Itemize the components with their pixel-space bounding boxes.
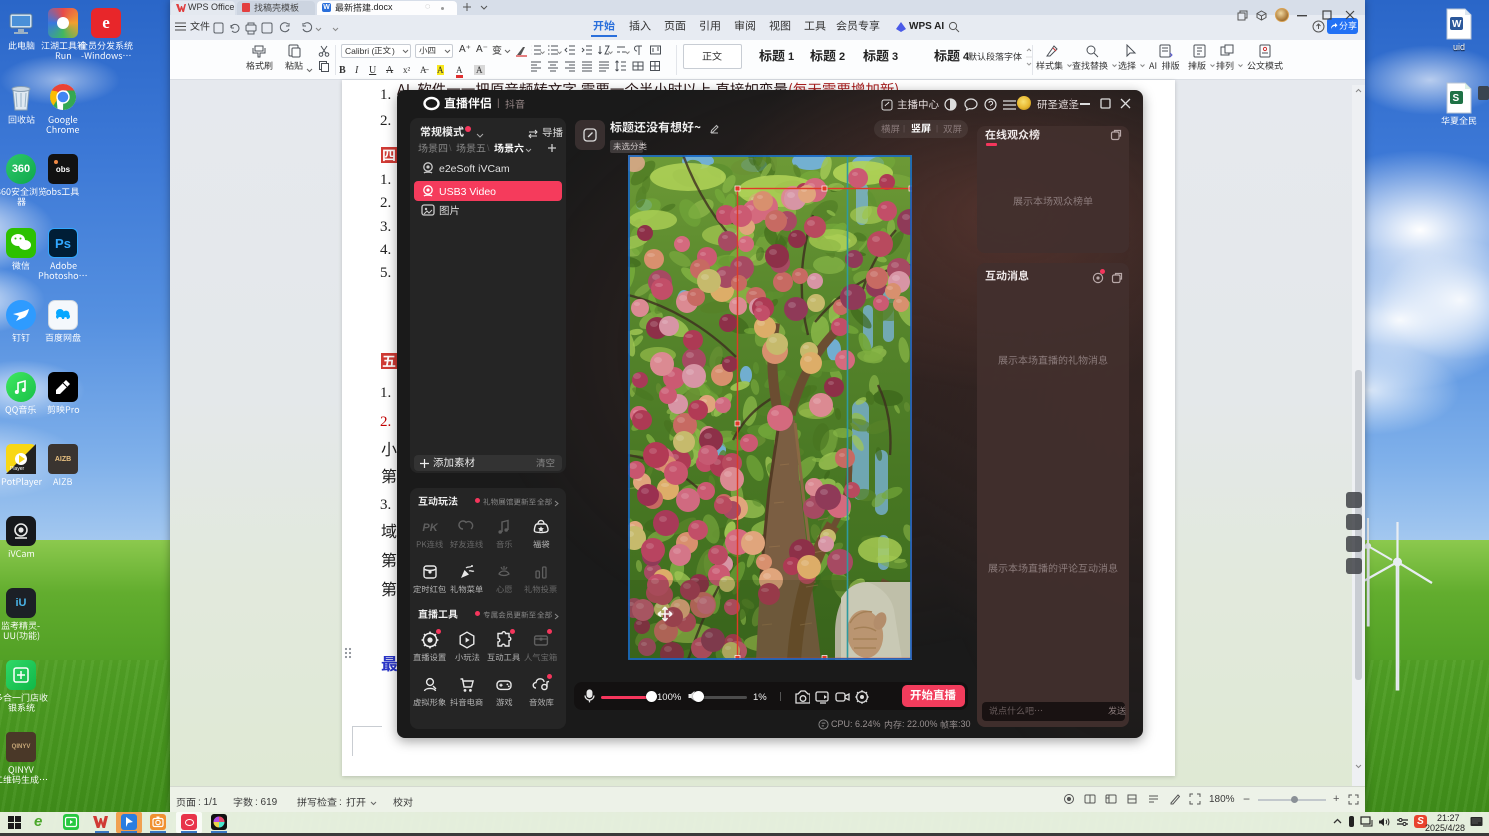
svg-text:S: S <box>1453 93 1460 104</box>
svg-text:PK: PK <box>422 522 438 534</box>
svg-text:Player: Player <box>10 466 25 472</box>
svg-text:W: W <box>1452 19 1462 30</box>
